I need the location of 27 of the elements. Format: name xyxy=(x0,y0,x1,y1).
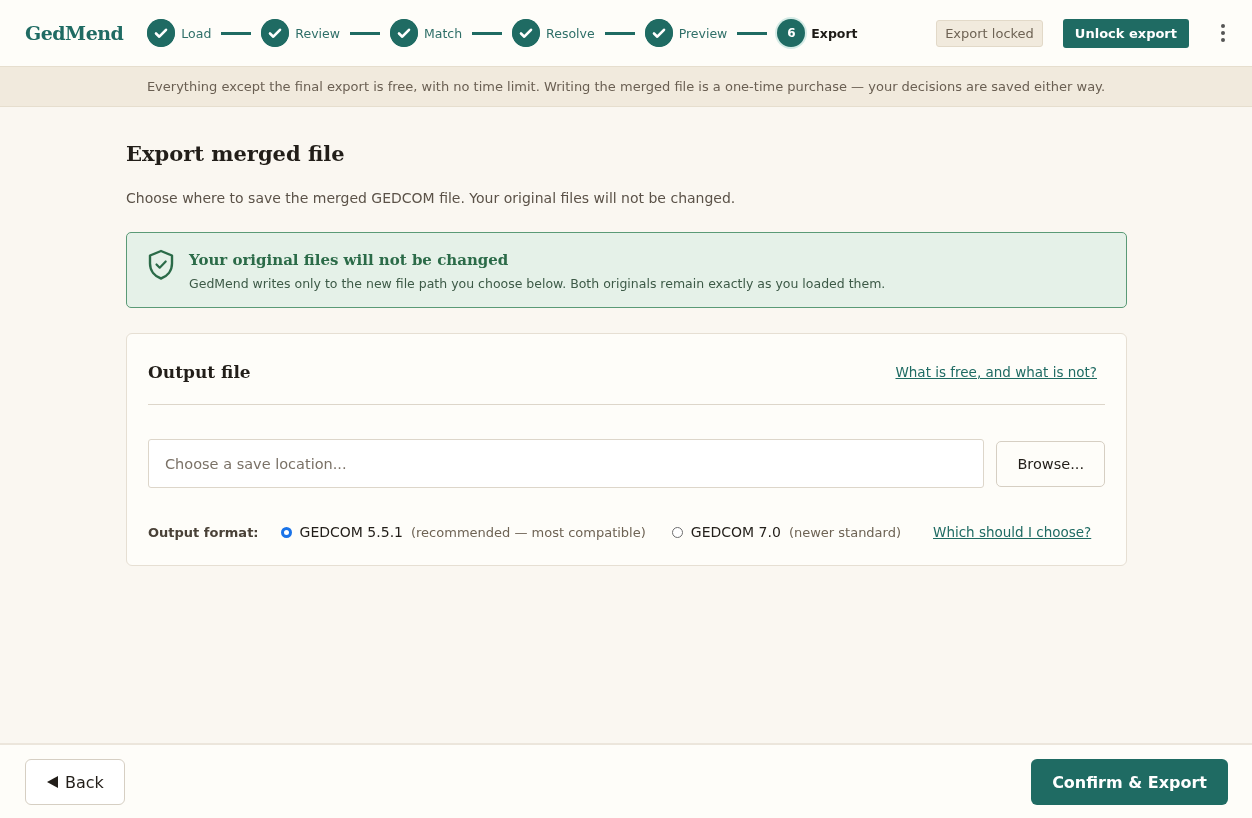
status-badge: Export locked xyxy=(936,19,1043,47)
confirm-export-button[interactable]: Confirm & Export xyxy=(1031,759,1228,805)
help-link[interactable]: What is free, and what is not? xyxy=(895,364,1097,380)
wizard-step[interactable]: Load xyxy=(147,19,212,47)
format-note: (newer standard) xyxy=(788,524,902,540)
notice-title: Your original files will not be changed xyxy=(189,251,510,269)
wizard-step[interactable]: Preview xyxy=(644,19,728,47)
format-option[interactable]: GEDCOM 7.0 xyxy=(690,524,781,540)
step-number: 6 xyxy=(777,19,806,47)
notice-text: GedMend writes only to the new file path you choose below. Both originals remain exactly as you loaded them. xyxy=(189,276,886,291)
format-note: (recommended — most compatible) xyxy=(411,524,646,540)
wizard-step[interactable]: Match xyxy=(389,19,463,47)
page-title: Export merged file xyxy=(126,141,346,166)
format-label: Output format: xyxy=(148,524,259,540)
wizard-step[interactable]: Review xyxy=(261,19,340,47)
format-help-link[interactable]: Which should I choose? xyxy=(933,524,1092,540)
wizard-step[interactable]: Resolve xyxy=(512,19,595,47)
page-subtitle: Choose where to save the merged GEDCOM file. Your original files will not be changed. xyxy=(126,190,737,206)
format-option[interactable]: GEDCOM 5.5.1 xyxy=(299,524,403,540)
wizard-step[interactable]: 6 Export xyxy=(777,19,858,47)
browse-button[interactable]: Browse... xyxy=(996,440,1105,487)
banner-text: Everything except the final export is free, with no time limit. Writing the merged file is a one-time purchase — your decisions are saved either way. xyxy=(146,79,1106,94)
unlock-button[interactable]: Unlock export xyxy=(1062,18,1189,48)
save-location-field[interactable]: Choose a save location... xyxy=(148,439,985,488)
back-button[interactable]: Back xyxy=(25,759,125,805)
card-title: Output file xyxy=(148,362,251,382)
app-logo: GedMend xyxy=(25,22,124,44)
